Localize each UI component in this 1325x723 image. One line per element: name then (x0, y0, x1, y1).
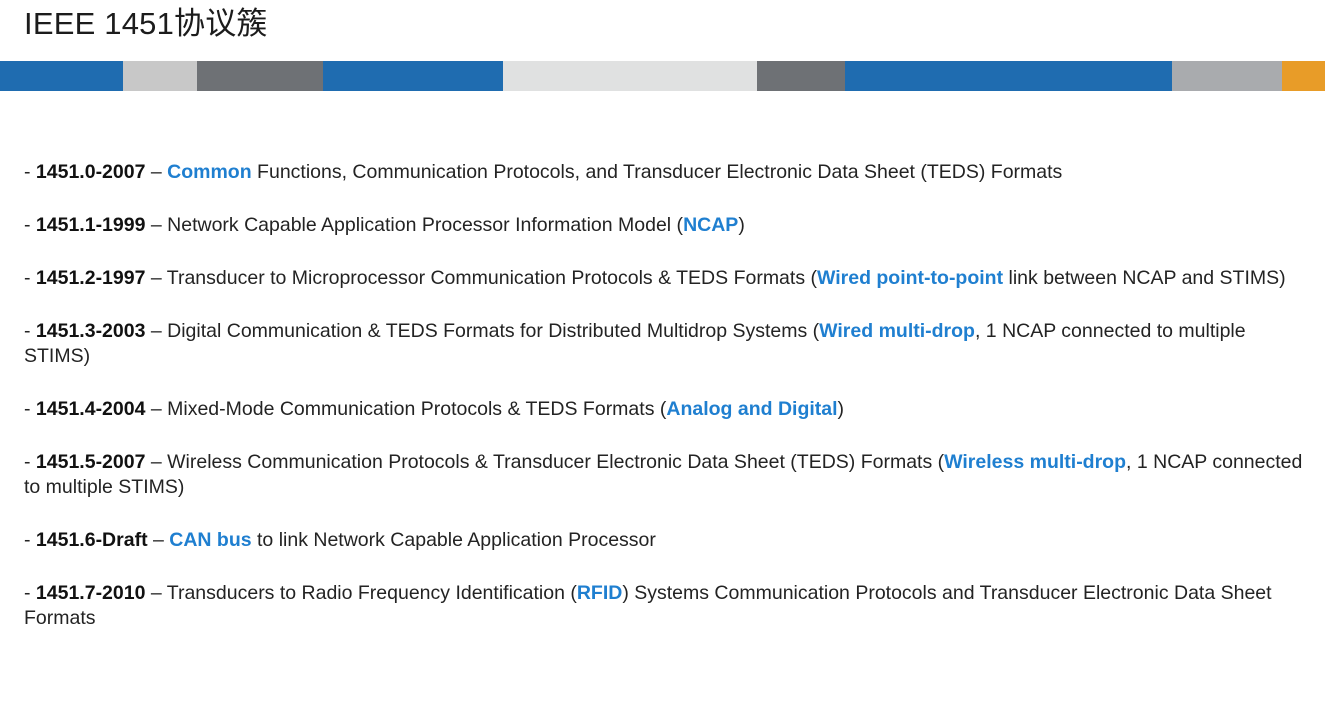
item-highlight: NCAP (683, 214, 739, 236)
item-separator: – (145, 582, 167, 604)
bar-segment-palegray (503, 61, 757, 91)
bar-segment-blue-3 (845, 61, 1172, 91)
item-separator: – (145, 267, 167, 289)
item-separator: – (145, 451, 168, 473)
item-standard: 1451.6-Draft (35, 529, 148, 551)
item-separator: – (145, 214, 168, 236)
item-standard: 1451.1-1999 (35, 214, 146, 236)
item-separator: – (147, 529, 170, 551)
item-standard: 1451.3-2003 (35, 320, 146, 342)
item-standard: 1451.4-2004 (35, 398, 146, 420)
bar-segment-orange (1282, 61, 1325, 91)
list-item: - 1451.1-1999 – Network Capable Applicat… (24, 213, 1312, 238)
item-dash: - (24, 267, 36, 289)
list-item: - 1451.5-2007 – Wireless Communication P… (24, 450, 1312, 500)
page-title: IEEE 1451协议簇 (24, 6, 268, 41)
item-separator: – (145, 161, 168, 183)
item-post-text: ) (837, 398, 845, 420)
bar-segment-mediumgray (1172, 61, 1282, 91)
bar-segment-lightgray-1 (123, 61, 197, 91)
list-item: - 1451.7-2010 – Transducers to Radio Fre… (24, 581, 1312, 631)
list-item: - 1451.4-2004 – Mixed-Mode Communication… (24, 397, 1312, 422)
item-pre-text: Network Capable Application Processor In… (167, 214, 684, 236)
item-dash: - (24, 161, 36, 183)
list-item: - 1451.3-2003 – Digital Communication & … (24, 319, 1312, 369)
bar-segment-darkgray-2 (757, 61, 845, 91)
item-highlight: CAN bus (169, 529, 252, 551)
item-dash: - (24, 529, 36, 551)
item-pre-text: Transducer to Microprocessor Communicati… (166, 267, 817, 289)
item-post-text: ) (738, 214, 745, 236)
item-highlight: Common (167, 161, 252, 183)
item-dash: - (24, 451, 36, 473)
bar-segment-blue-1 (0, 61, 123, 91)
standards-list: - 1451.0-2007 – Common Functions, Commun… (24, 160, 1312, 631)
item-standard: 1451.5-2007 (35, 451, 146, 473)
bar-segment-darkgray-1 (197, 61, 323, 91)
item-dash: - (24, 582, 36, 604)
list-item: - 1451.0-2007 – Common Functions, Commun… (24, 160, 1312, 185)
slide-canvas: IEEE 1451协议簇 - 1451.0-2007 – Common Func… (0, 0, 1325, 723)
item-pre-text: Wireless Communication Protocols & Trans… (167, 451, 945, 473)
item-pre-text: Mixed-Mode Communication Protocols & TED… (167, 398, 667, 420)
item-post-text: to link Network Capable Application Proc… (251, 529, 656, 551)
item-separator: – (145, 320, 168, 342)
list-item: - 1451.2-1997 – Transducer to Microproce… (24, 266, 1312, 291)
item-standard: 1451.7-2010 (35, 582, 146, 604)
item-highlight: Wired multi-drop (819, 320, 975, 342)
item-pre-text: Digital Communication & TEDS Formats for… (167, 320, 820, 342)
item-standard: 1451.2-1997 (35, 267, 146, 289)
item-highlight: Wired point-to-point (816, 267, 1004, 289)
list-item: - 1451.6-Draft – CAN bus to link Network… (24, 528, 1312, 553)
item-pre-text: Transducers to Radio Frequency Identific… (166, 582, 577, 604)
item-dash: - (24, 398, 36, 420)
bar-segment-blue-2 (323, 61, 503, 91)
item-separator: – (145, 398, 168, 420)
item-standard: 1451.0-2007 (35, 161, 146, 183)
item-dash: - (24, 214, 36, 236)
item-post-text: Functions, Communication Protocols, and … (251, 161, 1063, 183)
item-post-text: link between NCAP and STIMS) (1003, 267, 1286, 289)
item-highlight: Analog and Digital (666, 398, 838, 420)
decorative-color-bar (0, 61, 1325, 91)
item-dash: - (24, 320, 36, 342)
item-highlight: RFID (576, 582, 623, 604)
item-highlight: Wireless multi-drop (944, 451, 1127, 473)
